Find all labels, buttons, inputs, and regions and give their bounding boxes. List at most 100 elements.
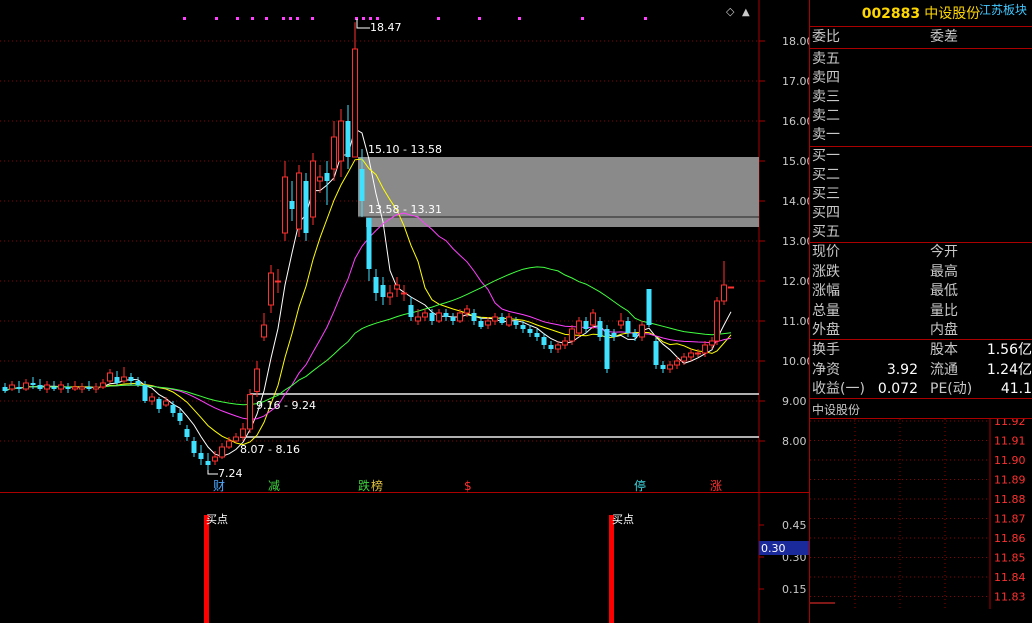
candle-body: [380, 285, 386, 297]
quote-extra-row: 换手 股本 1.56亿: [810, 341, 1032, 360]
candle-body: [44, 384, 50, 390]
candle-body: [30, 383, 36, 385]
event-marker-bang[interactable]: 榜: [371, 478, 383, 493]
candle-body: [296, 172, 302, 230]
diamond-icon[interactable]: ◇: [726, 5, 735, 18]
event-marker-jian[interactable]: 减: [268, 479, 280, 493]
candle-body: [534, 333, 540, 337]
candle-body: [65, 387, 71, 389]
high-annotation: 18.47: [370, 21, 402, 34]
event-marker-cai[interactable]: 财: [213, 479, 225, 493]
candle-body: [471, 313, 477, 321]
candle-body: [492, 316, 498, 322]
candle-body: [583, 321, 589, 329]
candle-body: [548, 345, 554, 349]
candle-body: [429, 313, 435, 321]
candle-body: [373, 277, 379, 293]
sell-3-label: 卖三: [812, 89, 840, 105]
event-marker-ting[interactable]: 停: [634, 478, 646, 493]
candle-body: [506, 316, 512, 326]
sector-tag[interactable]: 江苏板块: [979, 1, 1027, 18]
signal-dot: [265, 17, 268, 20]
mini-tick-chart[interactable]: 11.92 11.91 11.90 11.89 11.88 11.87 11.86 11.85…: [810, 419, 1032, 609]
candle-body: [646, 289, 652, 325]
candle-body: [387, 292, 393, 298]
candle-body: [513, 321, 519, 325]
price-tick: 14.00: [782, 195, 809, 208]
indicator-panel[interactable]: 买点 买点 0.45 0.30 0.15 0.30: [0, 493, 809, 623]
price-tick: 10.00: [782, 355, 809, 368]
event-marker-zhang[interactable]: 涨: [710, 478, 722, 493]
candle-body: [37, 385, 43, 389]
candle-body: [352, 48, 358, 158]
candle-body: [51, 387, 57, 389]
quote-extra-label: 净资: [812, 361, 840, 378]
price-tick: 17.00: [782, 75, 809, 88]
quote-extra-label: 换手: [812, 342, 840, 358]
event-marker-dollar[interactable]: $: [464, 479, 472, 493]
collapse-up-icon[interactable]: ▲: [742, 7, 750, 18]
candle-body: [625, 321, 631, 333]
signal-dot: [183, 17, 186, 20]
candle-body: [198, 453, 204, 459]
candle-body: [541, 337, 547, 345]
candle-body: [366, 217, 372, 269]
quote-label: 最高: [930, 263, 958, 280]
signal-dot: [518, 17, 521, 20]
signal-dot: [581, 17, 584, 20]
quote-label: 涨跌: [812, 263, 840, 280]
quote-label: 量比: [930, 302, 958, 319]
candle-body: [135, 381, 141, 385]
candle-body: [156, 399, 162, 409]
signal-dot: [478, 17, 481, 20]
candle-body: [597, 321, 603, 337]
candle-body: [177, 413, 183, 421]
sell-1-label: 卖一: [812, 127, 840, 143]
quote-label: 今开: [930, 244, 958, 260]
candle-body: [674, 360, 680, 366]
candle-body: [464, 308, 470, 314]
candle-body: [485, 320, 491, 326]
mini-price-tick: 11.86: [994, 532, 1026, 545]
price-tick: 13.00: [782, 235, 809, 248]
range-annotation-4: 8.07 - 8.16: [240, 443, 300, 456]
mini-price-tick: 11.85: [994, 552, 1026, 565]
candle-body: [233, 436, 239, 442]
signal-dot: [644, 17, 647, 20]
buy-2-label: 买二: [812, 167, 840, 183]
candle-body: [268, 272, 274, 306]
candle-body: [422, 312, 428, 318]
candle-body: [2, 387, 8, 391]
candle-body: [212, 456, 218, 462]
mini-chart-title: 中设股份: [812, 403, 861, 417]
range-annotation-2: 13.58 - 13.31: [368, 203, 442, 216]
quote-panel: 002883 中设股份 江苏板块 委比 委差 卖五 卖四 卖三 卖二 卖一 买一…: [809, 0, 1032, 623]
candle-body: [219, 446, 225, 458]
mini-price-tick: 11.87: [994, 513, 1026, 526]
candle-body: [436, 312, 442, 322]
candle-body: [303, 181, 309, 233]
quote-extra-value: 41.1: [1000, 381, 1032, 397]
candle-body: [653, 341, 659, 365]
mini-price-tick: 11.83: [994, 591, 1026, 604]
signal-dot: [296, 17, 299, 20]
candle-body: [107, 372, 113, 382]
candle-body: [443, 313, 449, 317]
candle-body: [520, 325, 526, 329]
candle-body: [681, 356, 687, 362]
candlestick-chart[interactable]: 18.00 17.00 16.00 15.00 14.00 13.00 12.00 11.00…: [0, 0, 809, 493]
candle-body: [632, 333, 638, 337]
candle-body: [714, 300, 720, 342]
candle-body: [688, 352, 694, 358]
mini-price-tick: 11.89: [994, 474, 1026, 487]
quote-extra-row: 净资 3.92 流通 1.24亿: [810, 361, 1032, 380]
candle-body: [499, 317, 505, 323]
candle-body: [709, 340, 715, 346]
candle-body: [275, 280, 281, 283]
event-marker-die[interactable]: 跌: [358, 478, 370, 493]
signal-dot: [251, 17, 254, 20]
candle-body: [345, 121, 351, 157]
candle-body: [338, 120, 344, 162]
quote-extra-label: PE(动): [930, 381, 973, 397]
quote-extra-label: 收益(一): [812, 381, 865, 397]
